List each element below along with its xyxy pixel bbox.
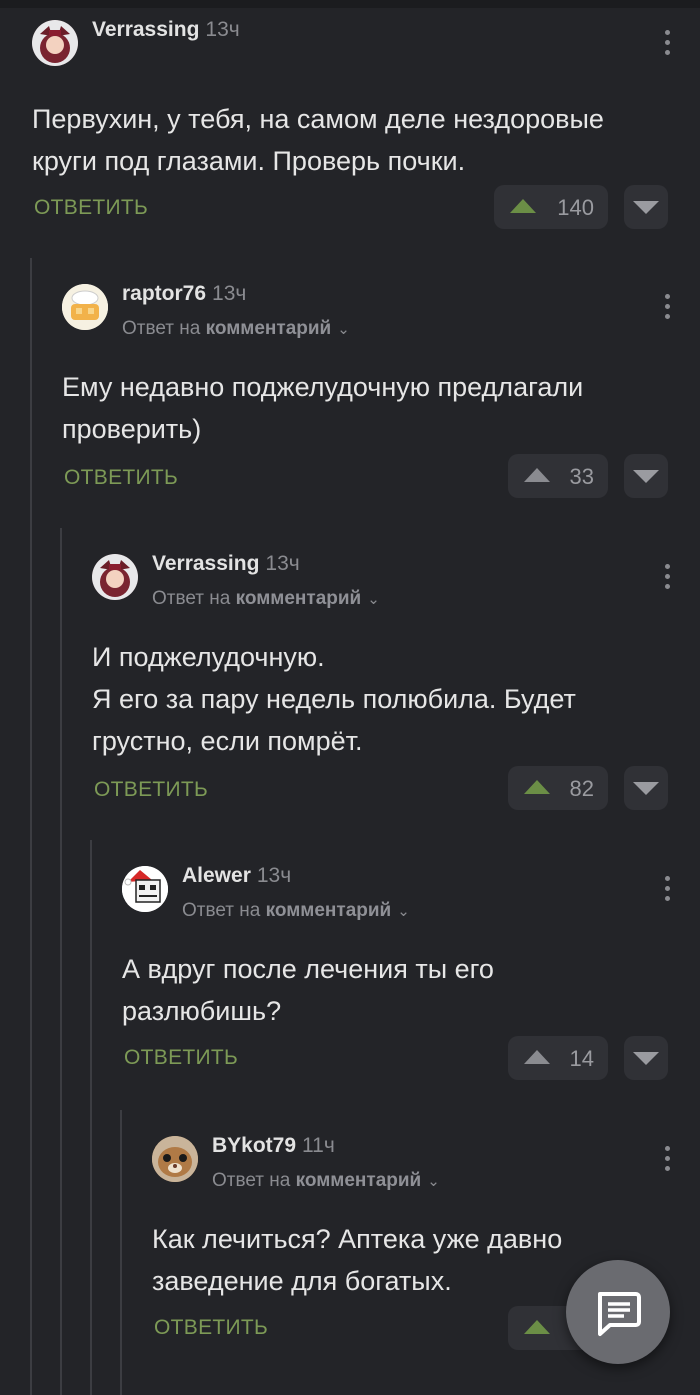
downvote-button[interactable] <box>624 454 668 498</box>
timestamp: 13ч <box>265 552 300 575</box>
reply-to-link[interactable]: Ответ на комментарий ⌄ <box>122 318 350 340</box>
downvote-button[interactable] <box>624 766 668 810</box>
comment-text: Первухин, у тебя, на самом деле нездоров… <box>32 104 604 176</box>
thread-line-2 <box>60 528 62 1395</box>
upvote-button[interactable]: 82 <box>508 766 608 810</box>
reply-button[interactable]: ОТВЕТИТЬ <box>34 196 148 220</box>
username[interactable]: Alewer 13ч <box>182 864 291 888</box>
downvote-icon <box>633 1052 659 1065</box>
comment-text: Ему недавно поджелудочную предлагали про… <box>62 372 584 444</box>
thread-line-3 <box>90 840 92 1395</box>
vote-count: 82 <box>569 776 594 801</box>
comment-icon <box>598 1292 641 1336</box>
upvote-button[interactable]: 33 <box>508 454 608 498</box>
comment-text: А вдруг после лечения ты его разлюбишь? <box>122 954 494 1026</box>
more-vertical-icon[interactable] <box>664 30 672 60</box>
reply-button[interactable]: ОТВЕТИТЬ <box>124 1046 238 1070</box>
timestamp: 13ч <box>212 282 247 305</box>
chevron-down-icon: ⌄ <box>367 591 380 608</box>
upvote-icon <box>510 199 536 213</box>
thread-line-1 <box>30 258 32 1395</box>
reply-button[interactable]: ОТВЕТИТЬ <box>94 778 208 802</box>
more-vertical-icon[interactable] <box>664 294 672 324</box>
more-vertical-icon[interactable] <box>664 1146 672 1176</box>
comment: Alewer 13ч Ответ на комментарий ⌄ А вдруг … <box>122 864 700 1086</box>
downvote-icon <box>633 201 659 214</box>
vote-count: 33 <box>569 464 594 489</box>
comment-text: Как лечиться? Аптека уже давно заведение… <box>152 1224 563 1296</box>
timestamp: 11ч <box>302 1134 335 1157</box>
avatar[interactable] <box>62 284 108 330</box>
avatar[interactable] <box>152 1136 198 1182</box>
username[interactable]: BYkot79 11ч <box>212 1134 335 1158</box>
reply-button[interactable]: ОТВЕТИТЬ <box>64 466 178 490</box>
downvote-icon <box>633 470 659 483</box>
chevron-down-icon: ⌄ <box>427 1173 440 1190</box>
more-vertical-icon[interactable] <box>664 876 672 906</box>
vote-count: 140 <box>557 195 594 220</box>
comment: raptor76 13ч Ответ на комментарий ⌄ Ему не… <box>62 282 700 504</box>
downvote-button[interactable] <box>624 185 668 229</box>
upvote-icon <box>524 780 550 794</box>
vote-count: 14 <box>569 1046 594 1071</box>
reply-to-link[interactable]: Ответ на комментарий ⌄ <box>152 588 380 610</box>
top-bar <box>0 0 700 8</box>
timestamp: 13ч <box>256 864 292 887</box>
comment-fab-button[interactable] <box>566 1260 670 1364</box>
upvote-icon <box>524 1050 550 1064</box>
upvote-icon <box>524 1320 550 1334</box>
upvote-button[interactable]: 140 <box>494 185 608 229</box>
more-vertical-icon[interactable] <box>664 564 672 594</box>
downvote-button[interactable] <box>624 1036 668 1080</box>
thread-line-4 <box>120 1110 122 1395</box>
avatar[interactable] <box>92 554 138 600</box>
comment: Verrassing 13ч Ответ на комментарий ⌄ И по… <box>92 552 700 814</box>
username[interactable]: Verrassing 13ч <box>92 18 240 42</box>
username[interactable]: Verrassing 13ч <box>152 552 300 576</box>
reply-to-link[interactable]: Ответ на комментарий ⌄ <box>182 900 410 922</box>
avatar[interactable] <box>122 866 168 912</box>
username[interactable]: raptor76 13ч <box>122 282 246 306</box>
reply-button[interactable]: ОТВЕТИТЬ <box>154 1316 268 1340</box>
chevron-down-icon: ⌄ <box>397 903 410 920</box>
upvote-button[interactable]: 14 <box>508 1036 608 1080</box>
upvote-icon <box>524 468 550 482</box>
comment: Verrassing 13ч Первухин, у тебя, на самом… <box>32 18 700 240</box>
comment-text: И поджелудочную. Я его за пару недель по… <box>92 642 576 756</box>
reply-to-link[interactable]: Ответ на комментарий ⌄ <box>212 1170 440 1192</box>
chevron-down-icon: ⌄ <box>337 321 350 338</box>
downvote-icon <box>633 782 659 795</box>
timestamp: 13ч <box>205 18 240 41</box>
avatar[interactable] <box>32 20 78 66</box>
